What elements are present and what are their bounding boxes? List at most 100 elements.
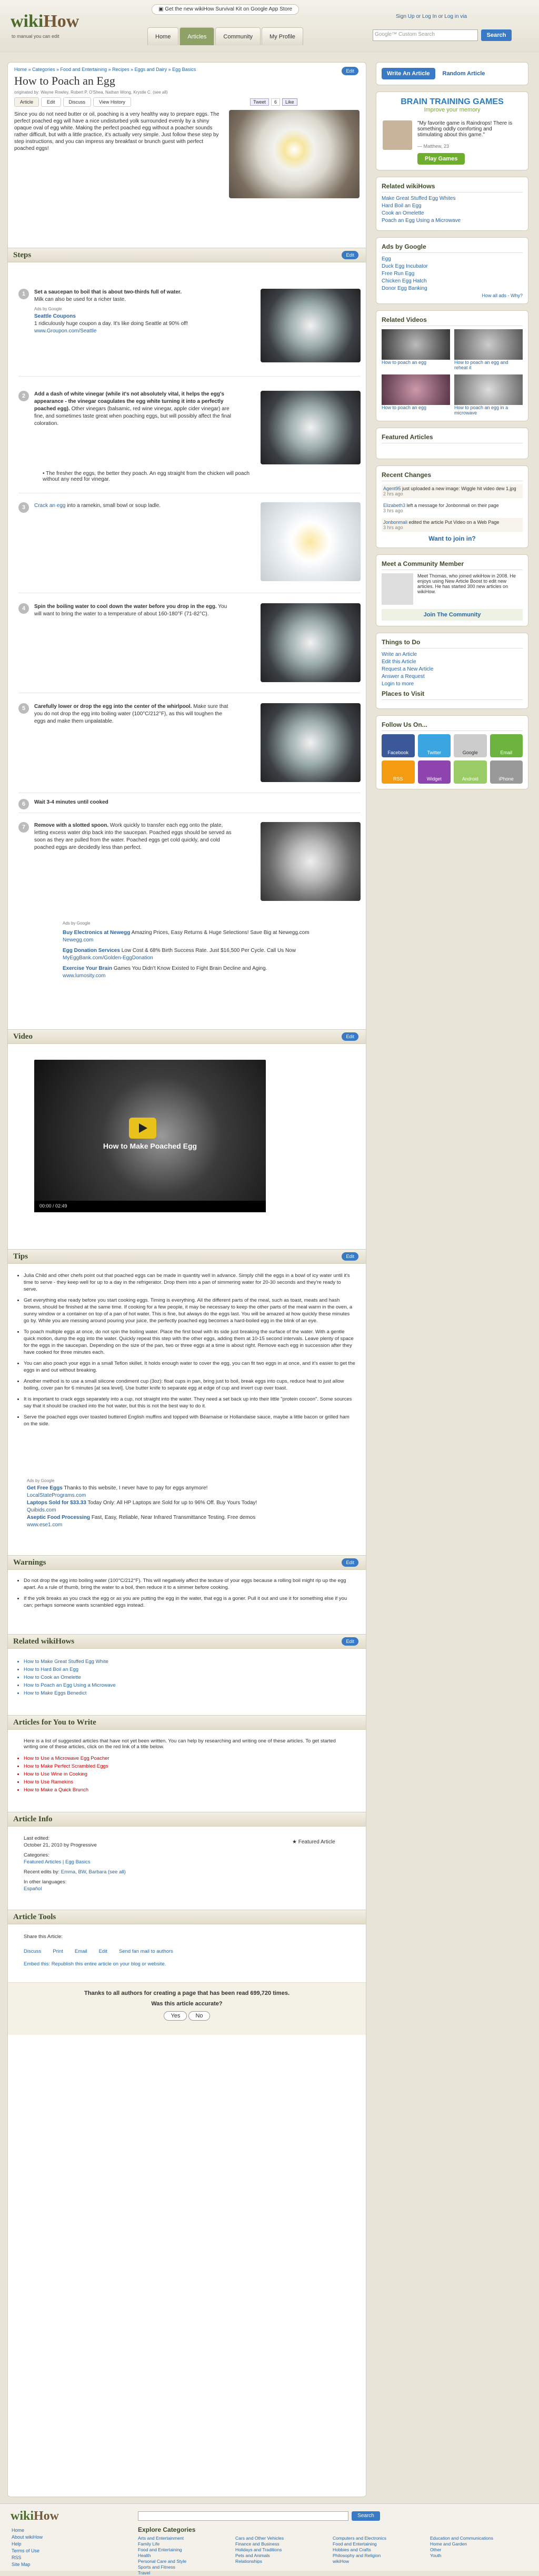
category-link[interactable]: Travel [138, 2570, 235, 2576]
video-thumb-title[interactable]: How to poach an egg in a microwave [454, 405, 523, 415]
todo-link[interactable]: Request a New Article [382, 666, 523, 672]
tab-article[interactable]: Article [14, 97, 39, 107]
search-input[interactable]: Google™ Custom Search [373, 29, 478, 41]
video-thumb[interactable]: How to poach an egg and reheat it [454, 329, 523, 370]
category-link[interactable]: Home and Garden [430, 2541, 527, 2547]
category-link[interactable]: Holidays and Traditions [235, 2547, 333, 2553]
search-button[interactable]: Search [481, 29, 512, 41]
footer-link[interactable]: RSS [12, 2554, 43, 2561]
todo-link[interactable]: Login to more [382, 681, 523, 687]
write-link[interactable]: How to Make a Quick Brunch [24, 1787, 355, 1793]
write-article-button[interactable]: Write An Article [382, 68, 435, 79]
category-link[interactable]: Relationships [235, 2559, 333, 2564]
category-link[interactable]: wikiHow [333, 2559, 430, 2564]
discuss-link[interactable]: Discuss [24, 1949, 41, 1954]
category-link[interactable]: Health [138, 2553, 235, 2559]
want-in-link[interactable]: Want to join in? [382, 535, 523, 542]
embed-link[interactable]: Embed this: Republish this entire articl… [24, 1961, 166, 1967]
category-link[interactable]: Cars and Other Vehicles [235, 2536, 333, 2541]
promo-banner[interactable]: ▣ Get the new wikiHow Survival Kit on Go… [152, 4, 300, 15]
video-thumb[interactable]: How to poach an egg in a microwave [454, 374, 523, 415]
ad-url[interactable]: www.ese1.com [27, 1522, 353, 1529]
write-link[interactable]: How to Use Ramekins [24, 1779, 355, 1786]
todo-link[interactable]: Write an Article [382, 652, 523, 657]
sidebar-related-link[interactable]: Poach an Egg Using a Microwave [382, 218, 523, 224]
no-button[interactable]: No [188, 2011, 210, 2021]
iphone-icon[interactable]: iPhone [490, 760, 523, 784]
footer-link[interactable]: Home [12, 2527, 43, 2534]
category-link[interactable]: Education and Communications [430, 2536, 527, 2541]
play-games-button[interactable]: Play Games [417, 153, 465, 165]
print-link[interactable]: Print [53, 1949, 63, 1954]
ad-url[interactable]: MyEggBank.com/Golden-EggDonation [63, 955, 357, 962]
ad-url[interactable]: www.lumosity.com [63, 972, 357, 980]
join-community-link[interactable]: Join The Community [382, 609, 523, 621]
video-edit-button[interactable]: Edit [342, 1032, 358, 1041]
category-link[interactable]: Hobbies and Crafts [333, 2547, 430, 2553]
change-user[interactable]: Jonbonmali [383, 520, 407, 525]
related-link[interactable]: How to Hard Boil an Egg [24, 1666, 355, 1673]
rss-icon[interactable]: RSS [382, 760, 415, 784]
yes-button[interactable]: Yes [164, 2011, 187, 2021]
footer-logo[interactable]: wikiHow [11, 2509, 59, 2523]
related-link[interactable]: How to Cook an Omelette [24, 1674, 355, 1681]
video-thumb[interactable]: How to poach an egg [382, 374, 450, 415]
video-thumb-title[interactable]: How to poach an egg and reheat it [454, 360, 523, 370]
category-link[interactable]: Other [430, 2547, 527, 2553]
sidebar-ad-link[interactable]: Chicken Egg Hatch [382, 278, 523, 284]
footer-search-button[interactable]: Search [352, 2511, 380, 2521]
video-controls[interactable]: 00:00 / 02:49 [34, 1201, 266, 1212]
related-edit-button[interactable]: Edit [342, 1637, 358, 1646]
footer-search-input[interactable] [138, 2511, 348, 2521]
ad-link[interactable]: Seattle Coupons [34, 313, 234, 320]
tab-view-history[interactable]: View History [93, 97, 131, 107]
wikihow-logo[interactable]: wikiHow [11, 12, 79, 32]
tab-discuss[interactable]: Discuss [63, 97, 92, 107]
ad-url[interactable]: www.Groupon.com/Seattle [34, 328, 234, 335]
ad-url[interactable]: Quibids.com [27, 1507, 353, 1514]
video-player[interactable]: How to Make Poached Egg 00:00 / 02:49 [34, 1060, 266, 1212]
video-thumb-title[interactable]: How to poach an egg [382, 405, 450, 410]
sidebar-related-link[interactable]: Hard Boil an Egg [382, 203, 523, 209]
edit-link[interactable]: Edit [99, 1949, 107, 1954]
brain-games-ad[interactable]: BRAIN TRAINING GAMES Improve your memory… [376, 92, 528, 170]
related-link[interactable]: How to Make Great Stuffed Egg White [24, 1658, 355, 1665]
sidebar-related-link[interactable]: Cook an Omelette [382, 210, 523, 216]
email-icon[interactable]: Email [490, 734, 523, 757]
todo-link[interactable]: Edit this Article [382, 659, 523, 665]
google-icon[interactable]: Google [454, 734, 487, 757]
nav-home[interactable]: Home [147, 27, 179, 45]
category-link[interactable]: Pets and Animals [235, 2553, 333, 2559]
category-link[interactable]: Family Life [138, 2541, 235, 2547]
recent-editors[interactable]: Emma, BW, Barbara (see all) [61, 1869, 126, 1875]
related-link[interactable]: How to Make Eggs Benedict [24, 1690, 355, 1697]
change-user[interactable]: Agent95 [383, 486, 401, 491]
step-title[interactable]: Crack an egg [34, 503, 65, 509]
category-link[interactable]: Food and Entertaining [138, 2547, 235, 2553]
ad-link[interactable]: Buy Electronics at Newegg [63, 930, 130, 936]
like-button[interactable]: Like [282, 98, 297, 106]
ads-why-link[interactable]: How all ads - Why? [382, 293, 523, 298]
play-button[interactable] [129, 1118, 156, 1139]
ad-url[interactable]: Newegg.com [63, 937, 357, 944]
video-thumb[interactable]: How to poach an egg [382, 329, 450, 370]
widget-icon[interactable]: Widget [417, 760, 451, 784]
ad-link[interactable]: Egg Donation Services [63, 948, 120, 954]
category-link[interactable]: Finance and Business [235, 2541, 333, 2547]
android-icon[interactable]: Android [454, 760, 487, 784]
footer-link[interactable]: About wikiHow [12, 2534, 43, 2541]
edit-button-top[interactable]: Edit [342, 67, 358, 75]
tips-edit-button[interactable]: Edit [342, 1252, 358, 1261]
facebook-icon[interactable]: Facebook [382, 734, 415, 757]
category-link[interactable]: Arts and Entertainment [138, 2536, 235, 2541]
ad-link[interactable]: Laptops Sold for $33.33 [27, 1500, 86, 1506]
video-thumb-title[interactable]: How to poach an egg [382, 360, 450, 365]
todo-link[interactable]: Answer a Request [382, 674, 523, 680]
sidebar-ad-link[interactable]: Egg [382, 256, 523, 262]
nav-community[interactable]: Community [215, 27, 261, 45]
category-link[interactable]: Food and Entertaining [333, 2541, 430, 2547]
footer-link[interactable]: Help [12, 2541, 43, 2548]
footer-link[interactable]: Site Map [12, 2561, 43, 2568]
category-link[interactable]: Personal Care and Style [138, 2559, 235, 2564]
ad-link[interactable]: Exercise Your Brain [63, 966, 112, 971]
